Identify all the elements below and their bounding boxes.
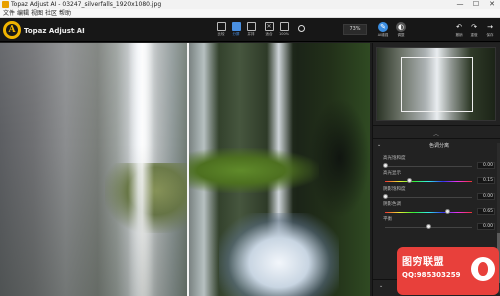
split-divider-handle[interactable] <box>187 43 189 296</box>
slider-label: 高光显示 <box>383 171 401 176</box>
actual-size-button[interactable]: 100% <box>277 21 291 39</box>
menu-edit[interactable]: 编辑 <box>17 9 29 18</box>
slider-knob[interactable] <box>445 209 450 214</box>
slider-label: 阴影色调 <box>383 202 401 207</box>
slider-label: 阴影饱和度 <box>383 187 406 192</box>
highlight-saturation-slider[interactable] <box>385 166 472 167</box>
slider-value[interactable]: 0.00 <box>477 162 495 169</box>
shadow-saturation-slider[interactable] <box>385 197 472 198</box>
save-icon: → <box>487 23 493 31</box>
chevron-down-icon[interactable]: ⌄ <box>379 283 383 289</box>
preview-toggle-radio[interactable] <box>298 25 305 32</box>
highlight-hue-slider[interactable] <box>385 181 472 182</box>
topaz-logo-icon: A <box>3 21 21 39</box>
chevron-down-icon: ⌄ <box>377 142 382 148</box>
ai-enhance-button[interactable]: ✎ AI增强 <box>375 21 391 41</box>
section-title: 色调分离 <box>429 143 450 149</box>
slider-value[interactable]: 0.15 <box>477 177 495 184</box>
before-image <box>0 43 190 296</box>
menu-bar: 文件 编辑 视图 社区 帮助 <box>0 9 500 18</box>
slider-knob[interactable] <box>383 163 388 168</box>
undo-button[interactable]: ↶ 撤销 <box>451 21 467 41</box>
split-view-button[interactable]: 分屏 <box>229 21 243 39</box>
menu-community[interactable]: 社区 <box>45 9 57 18</box>
app-version: v1.0.5 <box>71 29 84 34</box>
minimize-button[interactable]: — <box>452 0 468 9</box>
slider-value[interactable]: 0.00 <box>477 223 495 230</box>
watermark-badge: 图穷联盟 QQ:985303259 <box>397 247 499 295</box>
slider-knob[interactable] <box>407 178 412 183</box>
undo-icon: ↶ <box>456 23 462 31</box>
app-icon <box>2 1 9 8</box>
menu-view[interactable]: 视图 <box>31 9 43 18</box>
split-view-icon <box>231 22 241 31</box>
window-title: Topaz Adjust AI - 03247_silverfalls_1920… <box>11 1 162 8</box>
navigator-thumbnail[interactable] <box>376 47 496 121</box>
shadow-hue-slider[interactable] <box>385 212 472 213</box>
zoom-select[interactable]: 73% <box>343 24 367 35</box>
ai-icon: ✎ <box>378 22 388 32</box>
maximize-button[interactable]: ☐ <box>468 0 484 9</box>
close-button[interactable]: ✕ <box>484 0 500 9</box>
single-view-icon <box>216 22 226 31</box>
navigator-viewport-rect[interactable] <box>401 57 473 112</box>
toolbar: A Topaz Adjust AI v1.0.5 比较 分屏 并排 ✕ 适合 1… <box>0 18 500 42</box>
slider-knob[interactable] <box>426 224 431 229</box>
flame-logo-icon <box>471 257 495 281</box>
actual-size-icon <box>279 22 289 31</box>
slider-label: 平衡 <box>383 217 392 222</box>
slider-label: 高光饱和度 <box>383 156 406 161</box>
adjust-button[interactable]: ◐ 调整 <box>393 21 409 41</box>
redo-icon: ↷ <box>471 23 477 31</box>
single-view-button[interactable]: 比较 <box>214 21 228 39</box>
menu-file[interactable]: 文件 <box>3 9 15 18</box>
side-by-side-icon <box>246 22 256 31</box>
fit-icon: ✕ <box>264 22 274 31</box>
title-bar: Topaz Adjust AI - 03247_silverfalls_1920… <box>0 0 500 9</box>
watermark-qq: QQ:985303259 <box>402 271 461 279</box>
slider-value[interactable]: 0.00 <box>477 193 495 200</box>
menu-help[interactable]: 帮助 <box>59 9 71 18</box>
watermark-title: 图穷联盟 <box>402 257 444 268</box>
redo-button[interactable]: ↷ 重做 <box>466 21 482 41</box>
image-canvas[interactable] <box>0 43 370 296</box>
side-by-side-button[interactable]: 并排 <box>244 21 258 39</box>
after-image <box>189 43 370 296</box>
adjust-icon: ◐ <box>396 22 406 32</box>
fit-button[interactable]: ✕ 适合 <box>262 21 276 39</box>
chevron-up-icon[interactable]: ︿ <box>433 129 439 138</box>
save-button[interactable]: → 保存 <box>482 21 498 41</box>
slider-knob[interactable] <box>383 194 388 199</box>
slider-value[interactable]: 0.65 <box>477 208 495 215</box>
